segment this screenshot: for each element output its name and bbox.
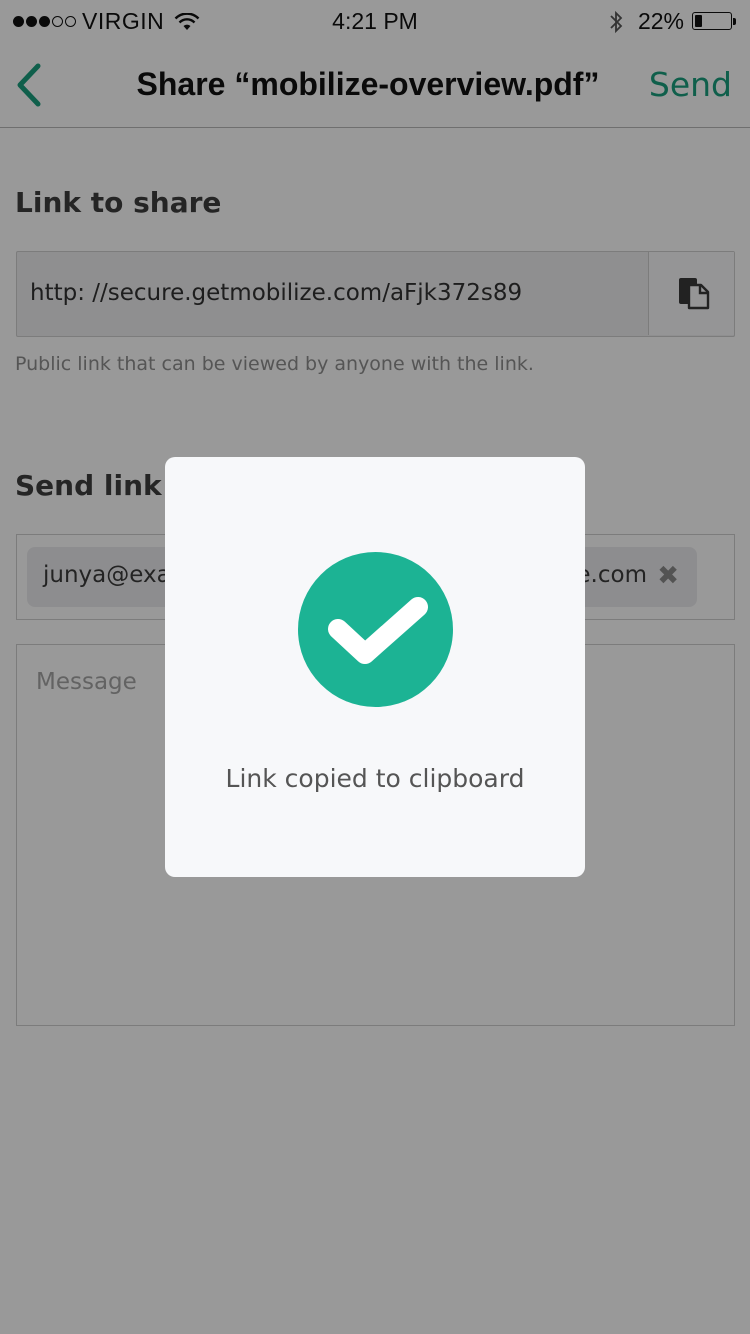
checkmark-icon xyxy=(328,597,428,664)
copied-toast: Link copied to clipboard xyxy=(165,457,585,877)
toast-message: Link copied to clipboard xyxy=(225,764,525,793)
success-badge xyxy=(298,552,453,707)
